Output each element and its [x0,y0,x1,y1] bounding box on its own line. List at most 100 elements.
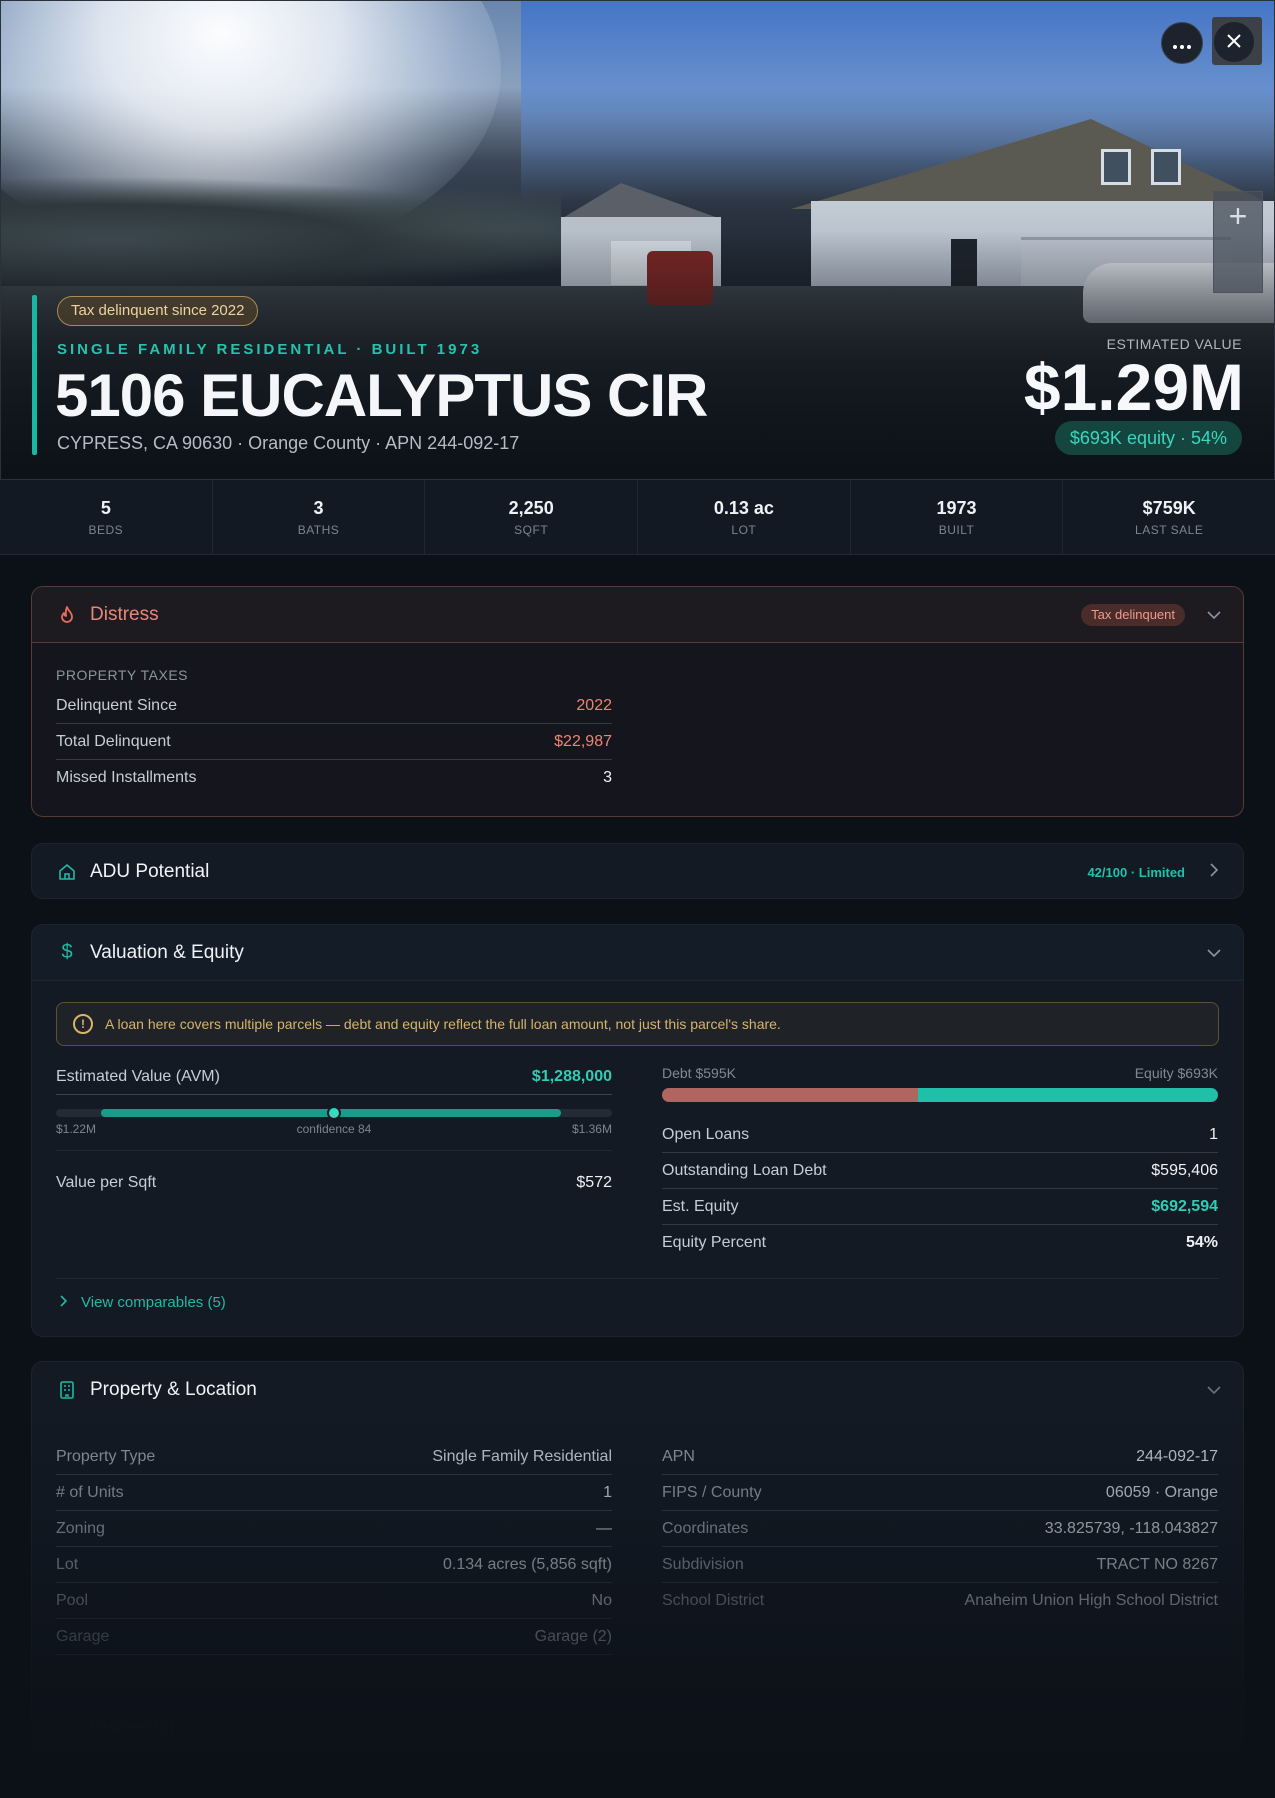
zoom-in-button[interactable]: + [1214,192,1262,242]
stat-value: 0.13 ac [713,498,774,518]
stat-label: BUILT [938,523,975,537]
adu-score: 42/100 · Limited [1087,864,1185,880]
distress-card: Distress Tax delinquent PROPERTY TAXES D… [31,586,1244,817]
stat-value: $759K [1142,498,1196,518]
stat-label: BEDS [88,523,124,537]
row-value: 1 [603,1483,612,1501]
row-label: Lot [56,1555,79,1573]
location-row: Coordinates 33.825739, -118.043827 [662,1511,1218,1547]
row-value: No [591,1591,612,1609]
row-label: Subdivision [662,1555,744,1573]
row-label: Est. Equity [662,1197,739,1215]
home-icon [56,861,78,883]
range-low: $1.22M [56,1122,97,1136]
location-row: APN 244-092-17 [662,1439,1218,1475]
debt-segment [662,1088,918,1102]
row-label: Value per Sqft [56,1174,157,1191]
key-stats-bar: 5 BEDS 3 BATHS 2,250 SQFT 0.13 ac LOT 1973 BU… [0,480,1275,555]
confidence-label: confidence 84 [296,1122,372,1136]
property-taxes-label: PROPERTY TAXES [56,667,189,683]
property-title: Property & Location [90,1379,257,1400]
map-zoom-control: + [1213,191,1263,293]
stat-beds: 5 BEDS [0,480,213,554]
tax-row: Total Delinquent $22,987 [56,724,612,760]
debt-equity-labels: Debt $595K Equity $693K [662,1065,1218,1081]
more-horizontal-icon [1173,32,1191,55]
property-row: Property Type Single Family Residential [56,1439,612,1475]
property-row: Zoning — [56,1511,612,1547]
valuation-header[interactable]: $ Valuation & Equity [32,925,1243,981]
row-value: 06059 · Orange [1105,1483,1218,1501]
avm-value: $1,288,000 [531,1067,612,1085]
row-label: School District [662,1592,765,1609]
ownership-header[interactable]: Ownership Owner-occupied [31,1700,1244,1756]
view-comparables-link[interactable]: View comparables (5) [60,1294,226,1311]
chevron-right-icon[interactable] [1205,862,1223,882]
stat-last-sale: $759K LAST SALE [1063,480,1275,554]
property-detail-panel: + Tax delinquent since 2022 SINGLE FAMIL… [0,0,1275,1798]
loan-row: Open Loans 1 [662,1117,1218,1153]
equity-segment [917,1088,1218,1102]
debt-equity-bar [662,1088,1218,1102]
more-options-button[interactable] [1161,22,1203,64]
stat-value: 5 [100,498,111,518]
property-row: # of Units 1 [56,1475,612,1511]
close-icon [1227,31,1241,54]
property-header[interactable]: Property & Location [32,1362,1243,1418]
row-value: 33.825739, -118.043827 [1044,1519,1218,1537]
property-row: Lot 0.134 acres (5,856 sqft) [56,1547,612,1583]
row-label: Missed Installments [56,769,197,786]
chevron-right-icon [60,1294,68,1311]
stat-label: LOT [731,523,757,537]
chevron-down-icon[interactable] [1205,1381,1223,1399]
avm-range-track [56,1106,612,1120]
chevron-down-icon[interactable] [1205,944,1223,962]
equity-label: Equity $693K [1134,1065,1218,1081]
chevron-down-icon[interactable] [1210,1721,1224,1736]
row-value: — [596,1519,612,1537]
distress-title: Distress [90,603,159,625]
adu-header[interactable]: ADU Potential 42/100 · Limited [32,844,1243,898]
row-value: 2022 [576,696,612,714]
avm-row: Estimated Value (AVM) $1,288,000 [56,1059,612,1095]
loan-row: Equity Percent 54% [662,1225,1218,1261]
chevron-down-icon[interactable] [1205,606,1223,624]
property-row: Garage Garage (2) [56,1619,612,1655]
loan-row: Outstanding Loan Debt $595,406 [662,1153,1218,1189]
property-subline: CYPRESS, CA 90630 · Orange County · APN … [57,433,520,453]
avm-range-labels: $1.22M confidence 84 $1.36M [56,1122,612,1136]
location-row: FIPS / County 06059 · Orange [662,1475,1218,1511]
stat-value: 1973 [936,498,977,518]
close-button[interactable] [1213,21,1255,63]
range-high: $1.36M [571,1122,612,1136]
valuation-equity-card: $ Valuation & Equity ! A loan here cover… [31,924,1244,1337]
tax-row: Delinquent Since 2022 [56,688,612,724]
tax-row: Missed Installments 3 [56,760,612,796]
adu-title: ADU Potential [90,861,210,882]
row-value: 244-092-17 [1136,1447,1218,1465]
row-label: Equity Percent [662,1234,767,1251]
row-label: Outstanding Loan Debt [662,1161,827,1179]
row-value: Garage (2) [534,1627,612,1645]
row-value: 3 [603,769,612,786]
avm-label: Estimated Value (AVM) [56,1067,220,1085]
row-value: Anaheim Union High School District [964,1592,1218,1609]
stat-value: 2,250 [508,498,554,518]
row-label: # of Units [56,1483,124,1501]
row-value: $572 [576,1174,612,1191]
building-icon [56,1379,78,1401]
property-kicker: SINGLE FAMILY RESIDENTIAL · BUILT 1973 [57,341,483,358]
alert-text: A loan here covers multiple parcels — de… [105,1016,781,1032]
row-label: Garage [56,1627,110,1645]
row-label: Zoning [56,1519,105,1537]
ownership-title: Ownership [89,1717,180,1738]
stat-label: BATHS [297,523,340,537]
location-row: School District Anaheim Union High School… [662,1583,1218,1619]
user-icon [55,1717,77,1740]
distress-header[interactable]: Distress Tax delinquent [32,587,1243,643]
row-label: Open Loans [662,1125,750,1143]
dollar-icon: $ [61,941,73,963]
zoom-out-button[interactable] [1214,242,1262,292]
adu-potential-card[interactable]: ADU Potential 42/100 · Limited [31,843,1244,899]
row-label: Property Type [56,1447,156,1465]
